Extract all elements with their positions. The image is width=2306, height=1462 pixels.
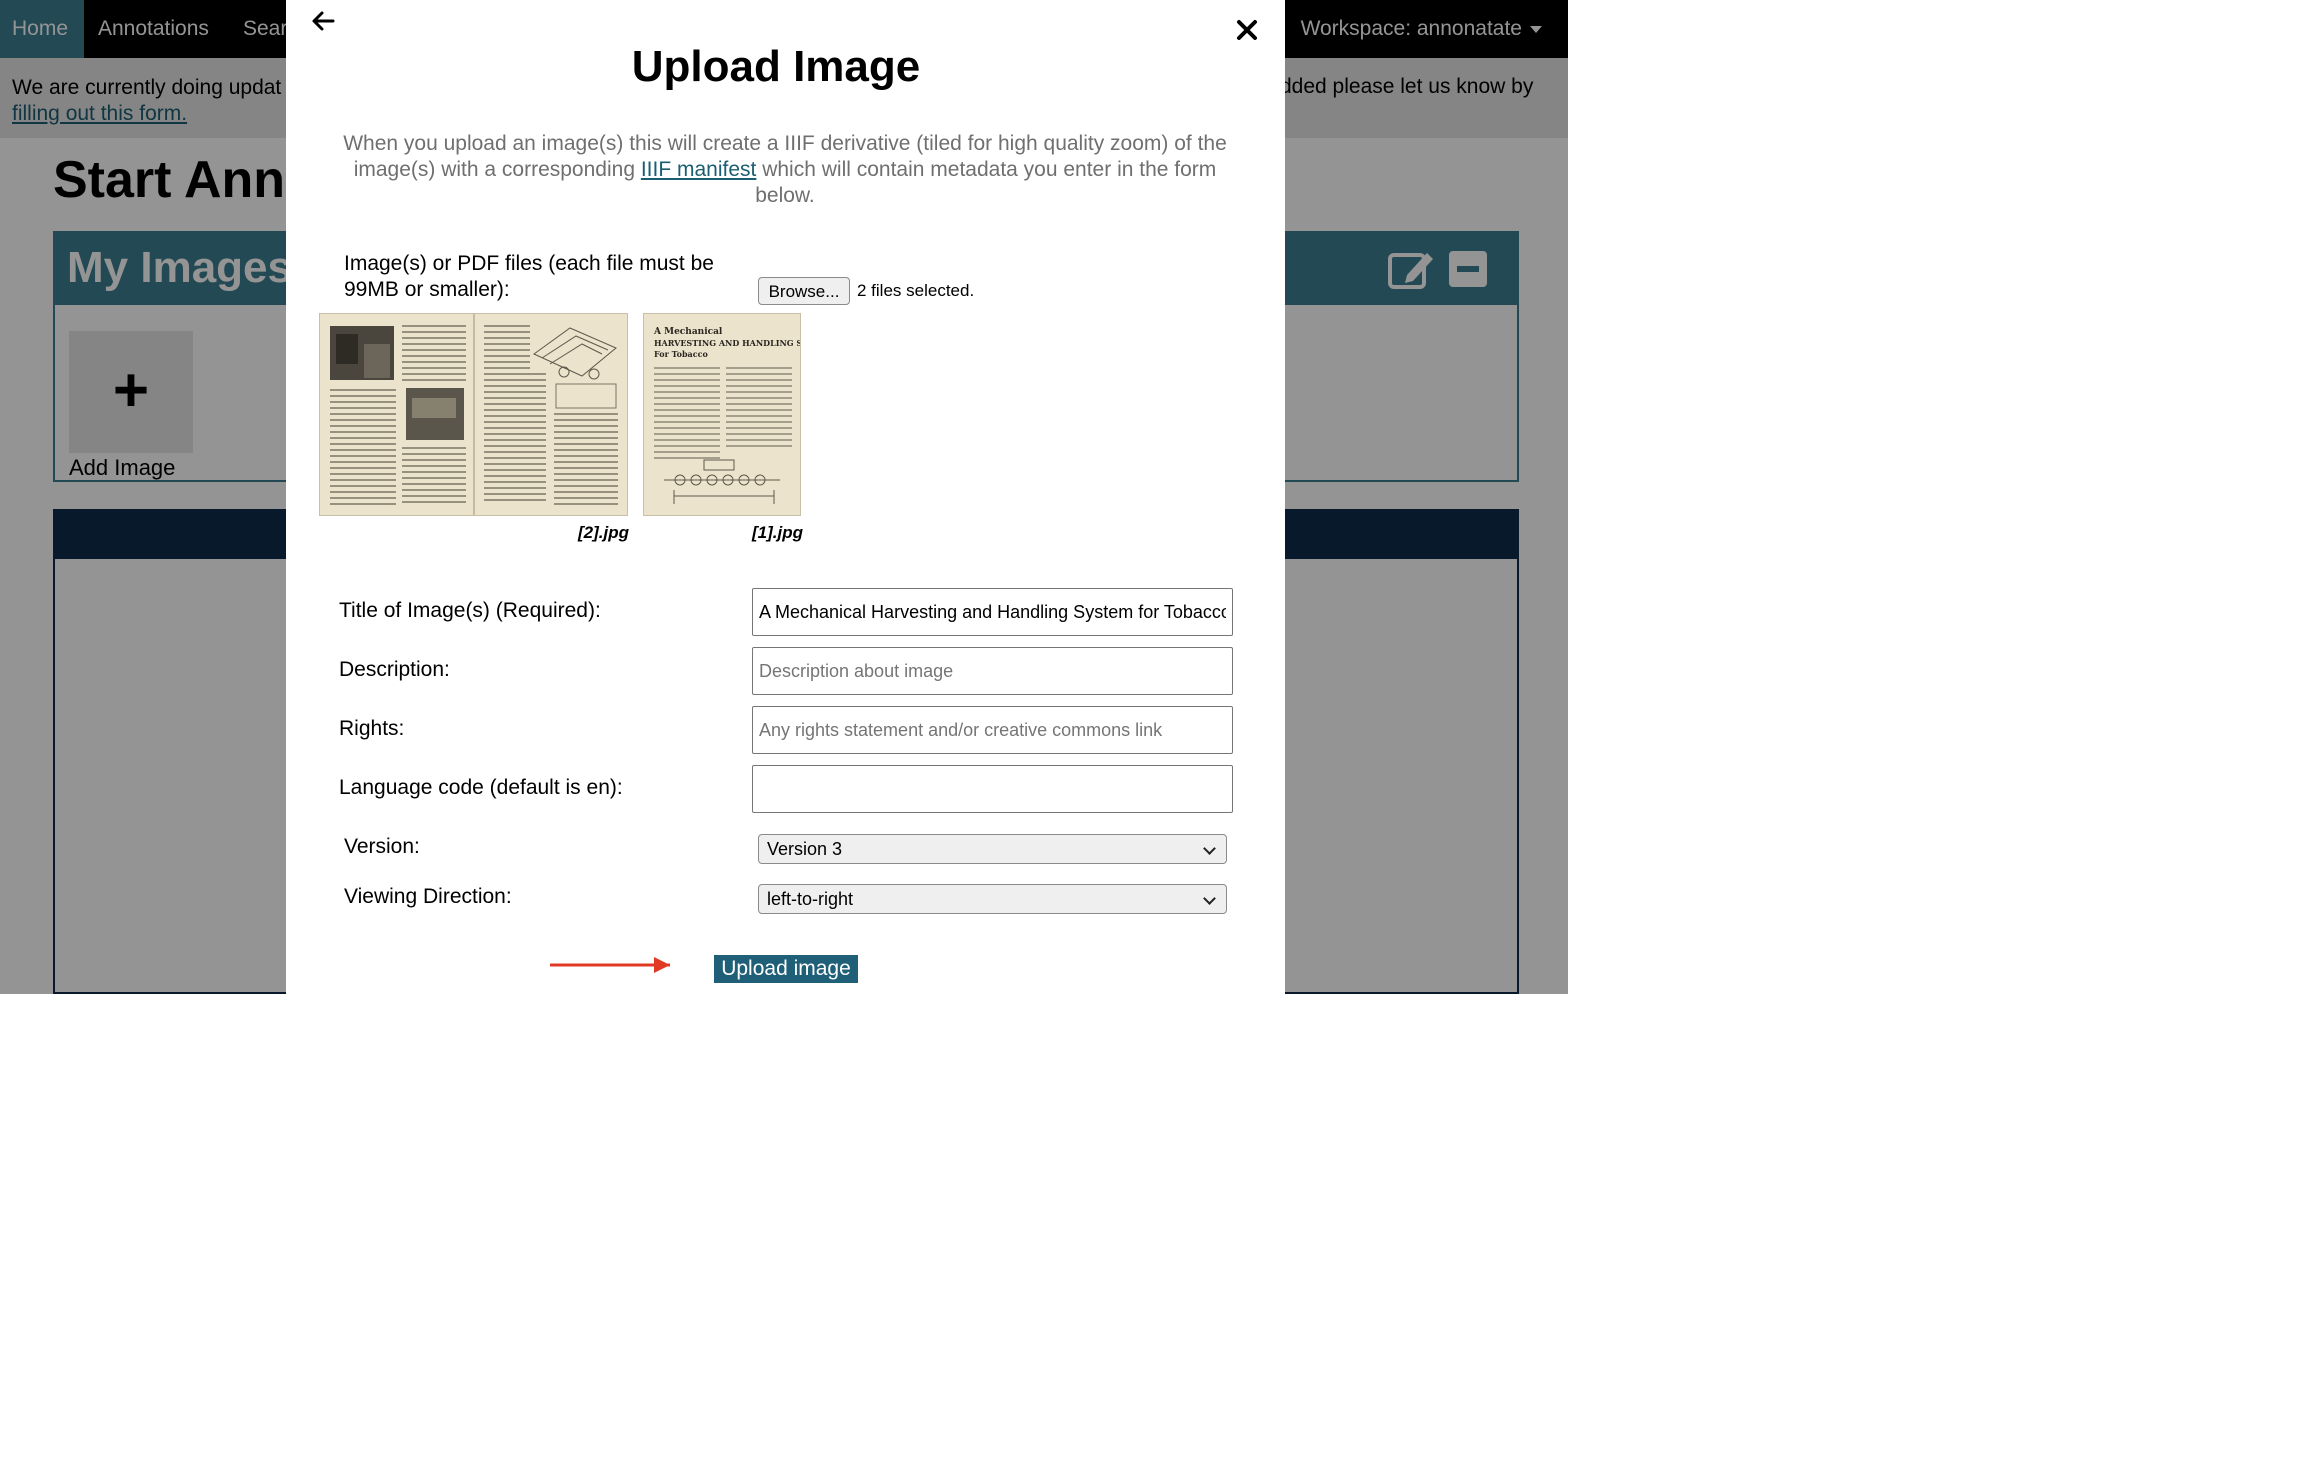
rights-input[interactable] bbox=[752, 706, 1233, 754]
chevron-down-icon bbox=[1203, 842, 1216, 855]
files-selected-count: 2 files selected. bbox=[857, 281, 975, 300]
svg-text:For Tobacco: For Tobacco bbox=[654, 349, 708, 359]
thumbnail-filename-1: [1].jpg bbox=[752, 523, 803, 542]
thumbnail-image-2 bbox=[319, 313, 628, 516]
thumbnail-image-1: A Mechanical HARVESTING AND HANDLING SYS… bbox=[643, 313, 801, 516]
thumbnail-filename-2: [2].jpg bbox=[578, 523, 629, 542]
browse-button[interactable]: Browse... bbox=[758, 277, 850, 305]
language-label: Language code (default is en): bbox=[339, 776, 623, 799]
rights-label: Rights: bbox=[339, 717, 405, 740]
svg-text:HARVESTING AND HANDLING SYSTEM: HARVESTING AND HANDLING SYSTEM bbox=[654, 338, 801, 348]
viewing-direction-selected-value: left-to-right bbox=[767, 889, 854, 909]
back-arrow-icon[interactable] bbox=[310, 8, 336, 34]
language-input[interactable] bbox=[752, 765, 1233, 813]
viewing-direction-select[interactable]: left-to-right bbox=[758, 884, 1227, 914]
files-label: Image(s) or PDF files (each file must be… bbox=[344, 252, 714, 301]
modal-description: When you upload an image(s) this will cr… bbox=[322, 131, 1248, 209]
document-spread-image bbox=[320, 314, 627, 515]
upload-image-button[interactable]: Upload image bbox=[714, 955, 858, 983]
description-label: Description: bbox=[339, 658, 450, 681]
title-input[interactable] bbox=[752, 588, 1233, 636]
upload-image-modal: Upload Image When you upload an image(s)… bbox=[286, 0, 1285, 994]
version-select[interactable]: Version 3 bbox=[758, 834, 1227, 864]
document-page-image: A Mechanical HARVESTING AND HANDLING SYS… bbox=[644, 314, 801, 515]
modal-title: Upload Image bbox=[631, 42, 921, 91]
close-icon[interactable] bbox=[1235, 18, 1259, 42]
title-label: Title of Image(s) (Required): bbox=[339, 599, 601, 622]
iiif-manifest-link[interactable]: IIIF manifest bbox=[641, 158, 757, 181]
thumb1-heading: A Mechanical bbox=[653, 327, 723, 337]
version-label: Version: bbox=[344, 835, 420, 858]
chevron-down-icon bbox=[1203, 892, 1216, 905]
version-selected-value: Version 3 bbox=[767, 839, 843, 859]
viewing-direction-label: Viewing Direction: bbox=[344, 885, 512, 908]
desc-text-after: which will contain metadata you enter in… bbox=[755, 158, 1217, 207]
description-input[interactable] bbox=[752, 647, 1233, 695]
red-arrow-annotation-icon bbox=[550, 957, 670, 973]
